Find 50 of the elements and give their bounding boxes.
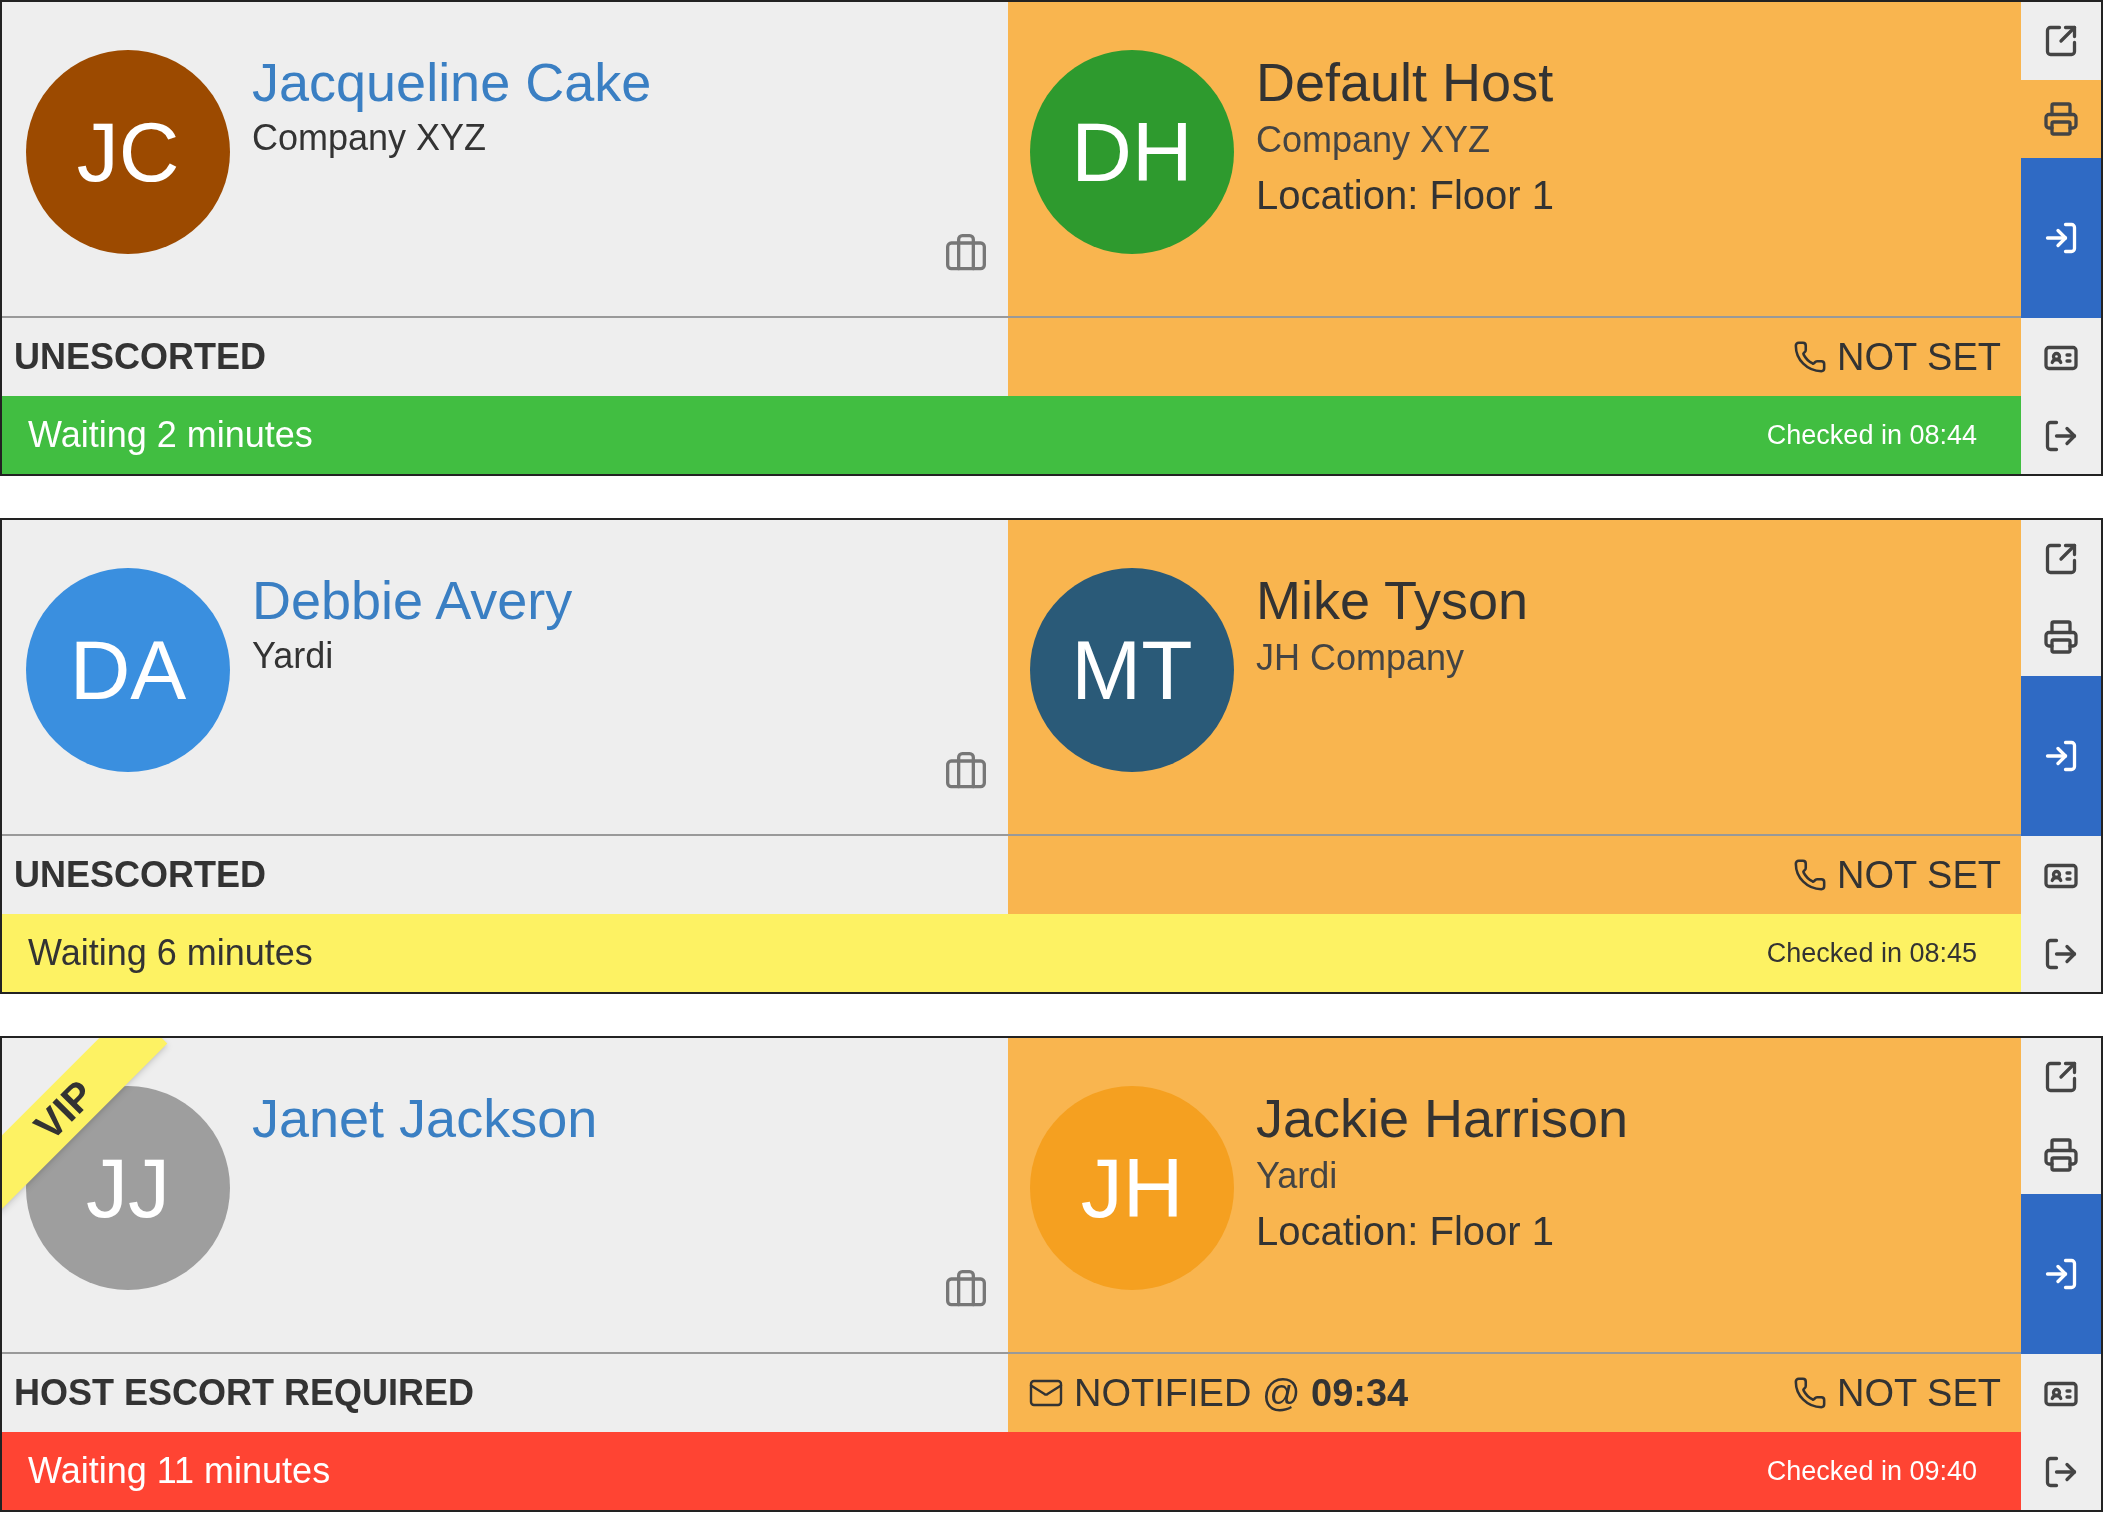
- printer-icon: [2043, 619, 2079, 655]
- waiting-time: Waiting 2 minutes: [28, 413, 313, 457]
- check-in-button[interactable]: [2021, 1194, 2101, 1354]
- visitor-name-link[interactable]: Debbie Avery: [252, 568, 922, 632]
- sign-in-icon: [2043, 738, 2079, 774]
- printer-icon: [2043, 1137, 2079, 1173]
- visitor-company: Company XYZ: [252, 116, 488, 160]
- sign-out-icon: [2043, 1454, 2079, 1490]
- checked-in-time: Checked in 08:45: [1766, 936, 1977, 970]
- sign-in-icon: [2043, 220, 2079, 256]
- notified-time: NOTIFIED @ 09:34: [1074, 1370, 1409, 1416]
- sign-in-icon: [2043, 1256, 2079, 1292]
- host-name: Jackie Harrison: [1256, 1087, 1629, 1150]
- visitor-company: Yardi: [252, 634, 335, 678]
- host-name: Default Host: [1256, 51, 1554, 114]
- host-company: Yardi: [1256, 1154, 1339, 1198]
- host-company: JH Company: [1256, 636, 1466, 680]
- external-link-icon: [2043, 1059, 2079, 1095]
- check-in-button[interactable]: [2021, 676, 2101, 836]
- sign-out-icon: [2043, 936, 2079, 972]
- printer-icon: [2043, 101, 2079, 137]
- checked-in-time: Checked in 08:44: [1766, 418, 1977, 452]
- phone-icon: [1793, 858, 1827, 892]
- host-name: Mike Tyson: [1256, 569, 1529, 632]
- phone-icon: [1793, 340, 1827, 374]
- host-location: Location: Floor 1: [1256, 1208, 1555, 1255]
- avatar: DH: [1030, 50, 1234, 254]
- check-in-button[interactable]: [2021, 158, 2101, 318]
- checked-in-time: Checked in 09:40: [1766, 1454, 1977, 1488]
- waiting-time: Waiting 6 minutes: [28, 931, 313, 975]
- escort-status: UNESCORTED: [14, 335, 267, 379]
- avatar: JH: [1030, 1086, 1234, 1290]
- escort-status: HOST ESCORT REQUIRED: [14, 1371, 475, 1415]
- host-location: Location: Floor 1: [1256, 172, 1554, 219]
- avatar: JC: [26, 50, 230, 254]
- sign-out-icon: [2043, 418, 2079, 454]
- print-button[interactable]: [2021, 80, 2101, 158]
- phone-status: NOT SET: [1837, 334, 2001, 380]
- avatar: DA: [26, 568, 230, 772]
- escort-status: UNESCORTED: [14, 853, 267, 897]
- visitor-name-link[interactable]: Jacqueline Cake: [252, 50, 922, 114]
- external-link-icon: [2043, 541, 2079, 577]
- avatar: MT: [1030, 568, 1234, 772]
- visitor-name-link[interactable]: Janet Jackson: [252, 1086, 922, 1150]
- external-link-icon: [2043, 23, 2079, 59]
- phone-status: NOT SET: [1837, 1370, 2001, 1416]
- phone-icon: [1793, 1376, 1827, 1410]
- waiting-time: Waiting 11 minutes: [28, 1449, 331, 1493]
- phone-status: NOT SET: [1837, 852, 2001, 898]
- host-company: Company XYZ: [1256, 118, 1492, 162]
